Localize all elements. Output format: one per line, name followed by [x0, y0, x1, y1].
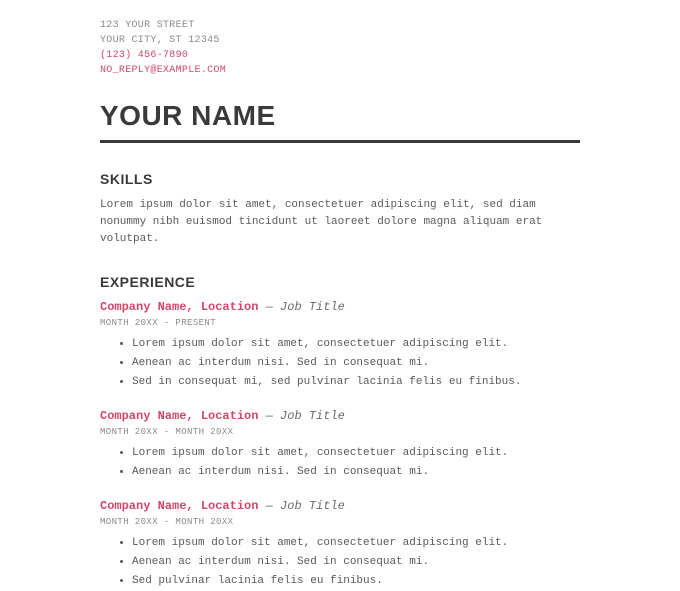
entry-job-title: Job Title	[280, 300, 345, 314]
entry-dash: —	[258, 409, 280, 423]
entry-company: Company Name, Location	[100, 300, 258, 314]
entry-company: Company Name, Location	[100, 499, 258, 513]
name-heading: YOUR NAME	[100, 100, 580, 132]
contact-email: NO_REPLY@EXAMPLE.COM	[100, 63, 580, 78]
entry-job-title: Job Title	[280, 409, 345, 423]
contact-street: 123 YOUR STREET	[100, 18, 580, 33]
entry-dates: MONTH 20XX - PRESENT	[100, 318, 580, 328]
experience-title: EXPERIENCE	[100, 274, 580, 290]
bullet-item: Aenean ac interdum nisi. Sed in consequa…	[132, 464, 580, 481]
contact-city: YOUR CITY, ST 12345	[100, 33, 580, 48]
entry-header: Company Name, Location — Job Title	[100, 300, 580, 314]
bullet-item: Sed pulvinar lacinia felis eu finibus.	[132, 573, 580, 590]
entry-dash: —	[258, 300, 280, 314]
entry-job-title: Job Title	[280, 499, 345, 513]
bullet-item: Aenean ac interdum nisi. Sed in consequa…	[132, 554, 580, 571]
bullet-item: Sed in consequat mi, sed pulvinar lacini…	[132, 374, 580, 391]
bullet-item: Aenean ac interdum nisi. Sed in consequa…	[132, 355, 580, 372]
skills-title: SKILLS	[100, 171, 580, 187]
entry-dates: MONTH 20XX - MONTH 20XX	[100, 517, 580, 527]
experience-entry: Company Name, Location — Job Title MONTH…	[100, 499, 580, 590]
skills-section: SKILLS Lorem ipsum dolor sit amet, conse…	[100, 171, 580, 248]
entry-company: Company Name, Location	[100, 409, 258, 423]
contact-phone: (123) 456-7890	[100, 48, 580, 63]
experience-entry: Company Name, Location — Job Title MONTH…	[100, 409, 580, 481]
name-rule	[100, 140, 580, 143]
skills-body: Lorem ipsum dolor sit amet, consectetuer…	[100, 197, 580, 248]
entry-bullets: Lorem ipsum dolor sit amet, consectetuer…	[100, 535, 580, 590]
bullet-item: Lorem ipsum dolor sit amet, consectetuer…	[132, 445, 580, 462]
entry-dash: —	[258, 499, 280, 513]
bullet-item: Lorem ipsum dolor sit amet, consectetuer…	[132, 535, 580, 552]
entry-header: Company Name, Location — Job Title	[100, 499, 580, 513]
entry-dates: MONTH 20XX - MONTH 20XX	[100, 427, 580, 437]
entry-bullets: Lorem ipsum dolor sit amet, consectetuer…	[100, 336, 580, 391]
experience-section: EXPERIENCE Company Name, Location — Job …	[100, 274, 580, 590]
entry-header: Company Name, Location — Job Title	[100, 409, 580, 423]
experience-entry: Company Name, Location — Job Title MONTH…	[100, 300, 580, 391]
contact-block: 123 YOUR STREET YOUR CITY, ST 12345 (123…	[100, 18, 580, 78]
bullet-item: Lorem ipsum dolor sit amet, consectetuer…	[132, 336, 580, 353]
entry-bullets: Lorem ipsum dolor sit amet, consectetuer…	[100, 445, 580, 481]
